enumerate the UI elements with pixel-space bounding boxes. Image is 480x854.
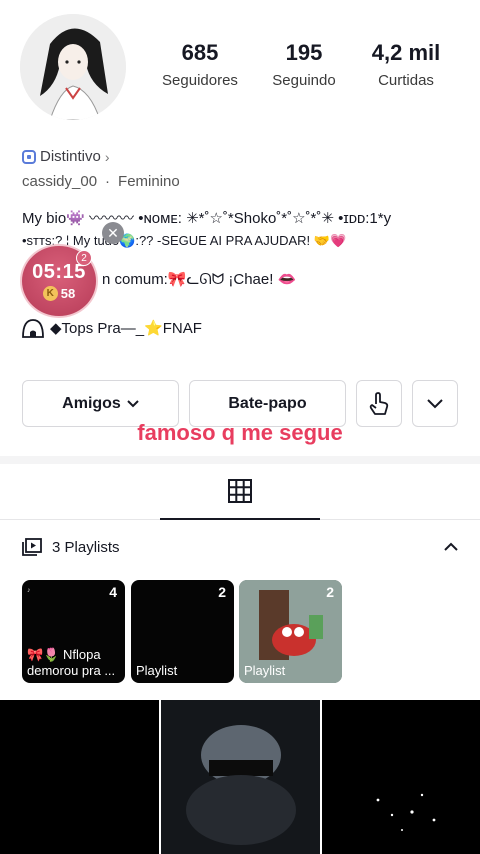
caption-overlay: famoso q me segue — [137, 420, 343, 445]
coin-count: 58 — [60, 286, 76, 301]
video-thumbnail[interactable] — [0, 700, 159, 854]
playlist-card[interactable]: 2 Playlist — [239, 580, 342, 683]
avatar-illustration — [20, 14, 126, 120]
following-stat[interactable]: 195 Seguindo — [264, 40, 344, 89]
chevron-up-icon — [444, 542, 458, 551]
video-thumbnail[interactable] — [161, 700, 320, 854]
likes-label: Curtidas — [378, 72, 434, 89]
bio-line-4-text: ◆Tops Pra—_⭐FNAF — [50, 320, 202, 337]
chat-button-label: Bate-papo — [228, 394, 307, 412]
hand-point-icon — [369, 391, 389, 415]
coin-icon: K — [42, 286, 58, 301]
section-divider — [0, 456, 480, 464]
chevron-down-icon — [427, 398, 443, 408]
close-icon[interactable]: ✕ — [102, 222, 124, 244]
playlist-icon — [22, 538, 42, 556]
separator-dot: · — [105, 173, 111, 190]
followers-count: 685 — [181, 40, 219, 65]
video-thumbnail-image — [161, 700, 320, 854]
timer-coins: K 58 — [42, 286, 76, 301]
user-info-line: cassidy_00 · Feminino — [22, 173, 180, 190]
gender-label: Feminino — [118, 173, 180, 190]
playlist-video-count: 2 — [326, 584, 334, 600]
live-timer-widget[interactable]: 2 05:15 K 58 — [20, 244, 98, 318]
playlist-name: Playlist — [244, 663, 286, 678]
playlist-name: 🎀🌷 Nflopa demorou pra ... — [27, 647, 116, 678]
playlist-card[interactable]: 2 Playlist — [131, 580, 234, 683]
timer-time: 05:15 — [32, 261, 86, 283]
bio-line-4: ◆Tops Pra—_⭐FNAF — [22, 318, 202, 338]
video-thumbnail-image — [376, 793, 436, 831]
igloo-icon — [22, 319, 44, 338]
following-count: 195 — [285, 40, 323, 65]
video-thumbnail[interactable] — [322, 700, 480, 854]
bio-line-2: •sᴛᴛs:? ¦ My tudo🌍:?? -SEGUE AI PRA AJUD… — [22, 233, 347, 248]
likes-stat[interactable]: 4,2 mil Curtidas — [366, 40, 446, 89]
grid-icon — [228, 479, 252, 503]
playlists-header[interactable]: 3 Playlists — [22, 538, 120, 556]
timer-count-badge: 2 — [76, 250, 92, 266]
badge-link[interactable]: Distintivo › — [22, 148, 110, 165]
playlist-video-count: 2 — [218, 584, 226, 600]
playlist-video-count: 4 — [109, 584, 117, 600]
username: cassidy_00 — [22, 173, 98, 190]
content-tab-bar — [0, 464, 480, 520]
chevron-right-icon: › — [104, 148, 110, 165]
badge-label: Distintivo — [40, 148, 101, 165]
likes-count: 4,2 mil — [371, 40, 441, 65]
badge-icon — [22, 149, 36, 164]
playlist-card[interactable]: ♪ 4 🎀🌷 Nflopa demorou pra ... — [22, 580, 125, 683]
tab-videos-grid[interactable] — [160, 464, 320, 520]
friends-button-label: Amigos — [62, 394, 121, 412]
playlist-name: Playlist — [136, 663, 178, 678]
playlists-count-label: 3 Playlists — [52, 538, 120, 556]
svg-text:♪: ♪ — [27, 587, 31, 594]
bio-line-3: n comum:🎀ᓚᘏᗢ ¡Chae! 👄 — [102, 271, 297, 288]
followers-label: Seguidores — [162, 72, 238, 89]
chevron-down-icon — [127, 399, 139, 407]
following-label: Seguindo — [272, 72, 336, 89]
collapse-playlists-button[interactable] — [444, 538, 458, 556]
profile-avatar[interactable] — [20, 14, 126, 120]
bio-line-1: My bio👾 〰〰〰 •ɴᴏᴍᴇ: ✳︎*˚☆˚*Shoko˚*˚☆˚*˚✳︎… — [22, 210, 392, 227]
followers-stat[interactable]: 685 Seguidores — [160, 40, 240, 89]
